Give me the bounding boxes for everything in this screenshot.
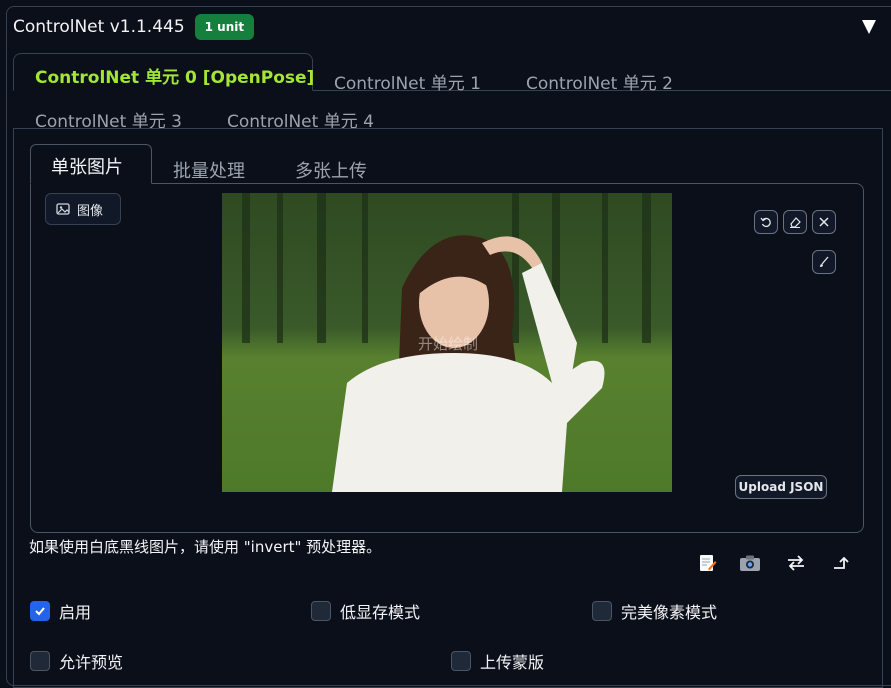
swap-arrows-icon bbox=[788, 555, 804, 571]
tab-multi-upload[interactable]: 多张上传 bbox=[295, 157, 367, 183]
image-icon bbox=[56, 203, 70, 215]
camera-icon bbox=[740, 555, 760, 571]
undo-icon bbox=[760, 217, 771, 228]
invert-hint: 如果使用白底黑线图片，请使用 "invert" 预处理器。 bbox=[29, 538, 382, 556]
upload-mask-label: 上传蒙版 bbox=[480, 653, 545, 672]
eraser-icon bbox=[790, 217, 801, 228]
controlnet-header[interactable]: ControlNet v1.1.445 1 unit bbox=[13, 14, 255, 40]
brush-icon bbox=[820, 256, 829, 267]
pixel-perfect-option[interactable]: 完美像素模式 bbox=[592, 599, 717, 623]
controlnet-title: ControlNet v1.1.445 bbox=[13, 17, 185, 37]
upload-mask-checkbox[interactable] bbox=[451, 651, 471, 671]
allow-preview-checkbox[interactable] bbox=[30, 651, 50, 671]
unit-count-badge: 1 unit bbox=[194, 14, 255, 40]
undo-button[interactable] bbox=[754, 210, 778, 234]
pixel-perfect-checkbox[interactable] bbox=[592, 601, 612, 621]
image-label-text: 图像 bbox=[77, 203, 104, 219]
start-drawing-overlay: 开始绘制 bbox=[418, 335, 479, 353]
tab-unit-1[interactable]: ControlNet 单元 1 bbox=[334, 69, 481, 94]
tab-unit-2[interactable]: ControlNet 单元 2 bbox=[526, 69, 673, 94]
image-label: 图像 bbox=[45, 193, 121, 225]
enable-label: 启用 bbox=[59, 603, 92, 622]
brush-button[interactable] bbox=[812, 250, 836, 274]
allow-preview-label: 允许预览 bbox=[59, 653, 124, 672]
low-vram-label: 低显存模式 bbox=[340, 603, 421, 622]
pixel-perfect-label: 完美像素模式 bbox=[621, 603, 718, 622]
enable-checkbox[interactable] bbox=[30, 601, 50, 621]
tab-unit-0[interactable]: ControlNet 单元 0 [OpenPose] bbox=[13, 53, 314, 91]
tab-single-image[interactable]: 单张图片 bbox=[30, 144, 152, 184]
tab-batch[interactable]: 批量处理 bbox=[173, 157, 245, 183]
enable-option[interactable]: 启用 bbox=[30, 599, 91, 623]
send-dimensions-button[interactable] bbox=[830, 551, 854, 575]
swap-button[interactable] bbox=[784, 551, 808, 575]
upload-json-button[interactable]: Upload JSON bbox=[735, 475, 827, 499]
memo-icon bbox=[700, 555, 717, 571]
close-icon bbox=[819, 217, 829, 227]
clear-button[interactable] bbox=[812, 210, 836, 234]
collapse-triangle-icon[interactable] bbox=[862, 20, 876, 34]
allow-preview-option[interactable]: 允许预览 bbox=[30, 649, 123, 673]
checkmark-icon bbox=[35, 607, 45, 616]
upload-mask-option[interactable]: 上传蒙版 bbox=[451, 649, 544, 673]
corner-up-right-arrow-icon bbox=[834, 556, 849, 569]
low-vram-option[interactable]: 低显存模式 bbox=[311, 599, 420, 623]
edit-button[interactable] bbox=[695, 551, 719, 575]
low-vram-checkbox[interactable] bbox=[311, 601, 331, 621]
camera-button[interactable] bbox=[738, 551, 762, 575]
eraser-button[interactable] bbox=[783, 210, 807, 234]
